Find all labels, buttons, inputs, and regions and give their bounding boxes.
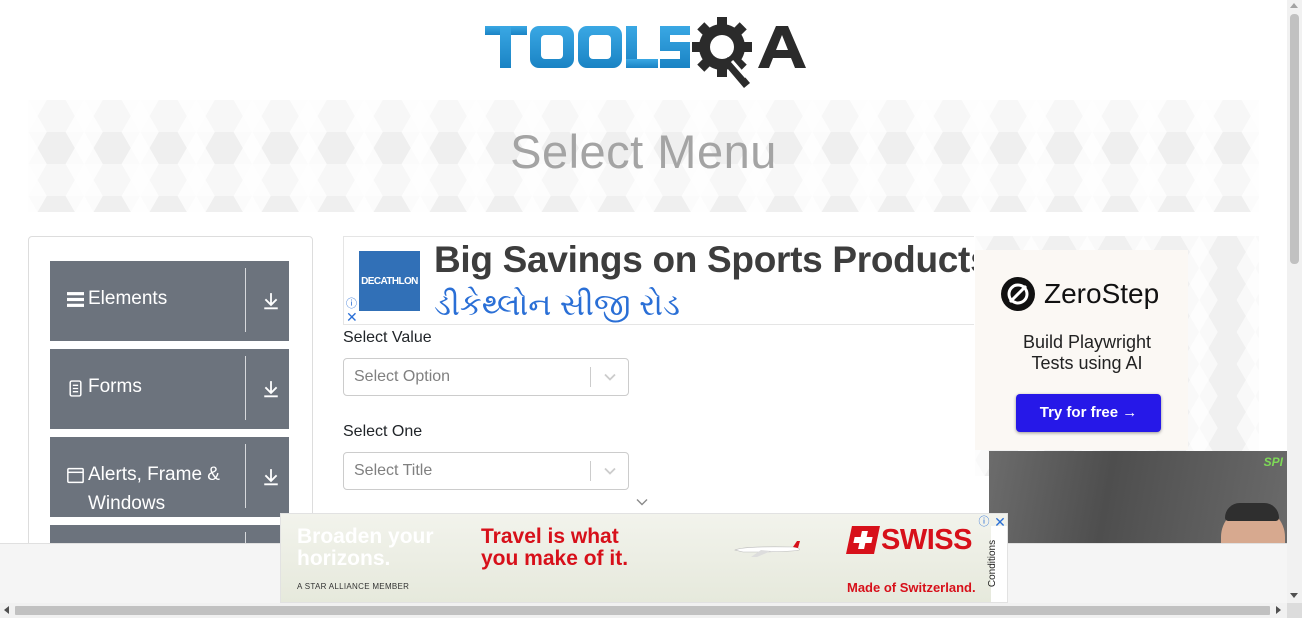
scroll-right-arrow-icon[interactable] <box>1276 606 1281 614</box>
chevron-down-icon[interactable] <box>602 370 618 384</box>
airplane-icon <box>734 541 800 557</box>
sidebar-group-label: Forms <box>88 376 142 397</box>
download-icon <box>264 381 278 398</box>
ad-line: Travel is what <box>481 525 619 548</box>
vertical-scroll-thumb[interactable] <box>1290 14 1299 264</box>
ad-line: horizons. <box>297 547 391 570</box>
sidebar-group-forms[interactable]: Forms <box>50 349 289 429</box>
scroll-left-arrow-icon[interactable] <box>4 606 9 614</box>
swiss-slogan: Made of Switzerland. <box>847 580 976 595</box>
decathlon-ad[interactable]: DECATHLON Big Savings on Sports Products… <box>343 236 974 325</box>
ad-subline: ડીકેથ્લોન સીજી રોડ <box>434 287 681 322</box>
sidebar-group-label: Elements <box>88 288 168 309</box>
scroll-down-arrow-icon[interactable] <box>1290 593 1298 598</box>
hamburger-icon <box>67 292 84 307</box>
ad-headline: Big Savings on Sports Products <box>434 239 974 280</box>
scrollbar-corner <box>1287 603 1302 618</box>
zerostep-brand: ZeroStep <box>1044 278 1160 309</box>
divider <box>245 444 246 508</box>
select-one-dropdown[interactable]: Select Title <box>343 452 629 490</box>
ad-headline-right: Travel is what you make of it. <box>481 526 628 570</box>
ad-headline-left: Broaden your horizons. <box>297 526 434 570</box>
tagline-line: Build Playwright <box>1022 332 1152 352</box>
toolsqa-logo[interactable] <box>484 14 808 92</box>
video-brand: SPI <box>1263 455 1283 469</box>
sidebar-group-label: Alerts, Frame & Windows <box>88 464 220 514</box>
zerostep-card: ZeroStep Build Playwright Tests using AI… <box>975 250 1188 450</box>
video-player[interactable]: SPI <box>989 451 1287 543</box>
sidebar-group-elements[interactable]: Elements <box>50 261 289 341</box>
conditions-text: Conditions <box>987 539 999 588</box>
ad-line: Broaden your <box>297 525 434 548</box>
zerostep-ad[interactable]: ZeroStep Build Playwright Tests using AI… <box>975 236 1259 476</box>
dropdown-separator <box>590 461 591 481</box>
try-for-free-button[interactable]: Try for free → <box>1016 394 1161 432</box>
horizontal-scroll-thumb[interactable] <box>15 606 1270 615</box>
scroll-up-arrow-icon[interactable] <box>1290 3 1298 8</box>
star-alliance-text: A STAR ALLIANCE MEMBER <box>297 582 410 591</box>
chevron-down-icon[interactable] <box>602 464 618 478</box>
select-one-placeholder: Select Title <box>354 462 433 479</box>
chevron-down-icon[interactable] <box>635 497 649 507</box>
left-sidebar: Elements Forms Alerts, Frame & Windows <box>28 236 313 556</box>
dropdown-separator <box>590 367 591 387</box>
select-value-label: Select Value <box>343 329 432 346</box>
adchoices-icon[interactable]: ⓘ <box>977 515 991 529</box>
select-one-label: Select One <box>343 423 423 440</box>
sidebar-group-alerts[interactable]: Alerts, Frame & Windows <box>50 437 289 517</box>
video-person-hair <box>1225 503 1279 521</box>
divider <box>245 268 246 332</box>
divider <box>245 356 246 420</box>
document-icon <box>69 380 82 397</box>
select-value-dropdown[interactable]: Select Option <box>343 358 629 396</box>
swiss-flag-icon <box>846 526 880 554</box>
swiss-ad[interactable]: Broaden your horizons. A STAR ALLIANCE M… <box>280 513 1008 603</box>
horizontal-scrollbar[interactable] <box>0 603 1287 618</box>
select-value-placeholder: Select Option <box>354 368 451 385</box>
decathlon-logo: DECATHLON <box>359 251 420 311</box>
page-title: Select Menu <box>510 125 777 178</box>
page-banner: Select Menu <box>28 100 1259 212</box>
vertical-scrollbar[interactable] <box>1287 0 1302 605</box>
swiss-logo: SWISS <box>846 523 972 556</box>
ad-line: you make of it. <box>481 547 629 570</box>
zerostep-tagline: Build Playwright Tests using AI <box>975 332 1199 374</box>
tagline-line: Tests using AI <box>1031 353 1143 373</box>
download-icon <box>264 293 278 310</box>
download-icon <box>264 469 278 486</box>
ad-close-icon[interactable]: ✕ <box>346 310 358 324</box>
window-icon <box>67 467 84 484</box>
zerostep-logo-icon <box>1001 277 1035 311</box>
swiss-wordmark: SWISS <box>881 523 972 556</box>
conditions-link[interactable]: Conditions <box>987 526 1007 602</box>
